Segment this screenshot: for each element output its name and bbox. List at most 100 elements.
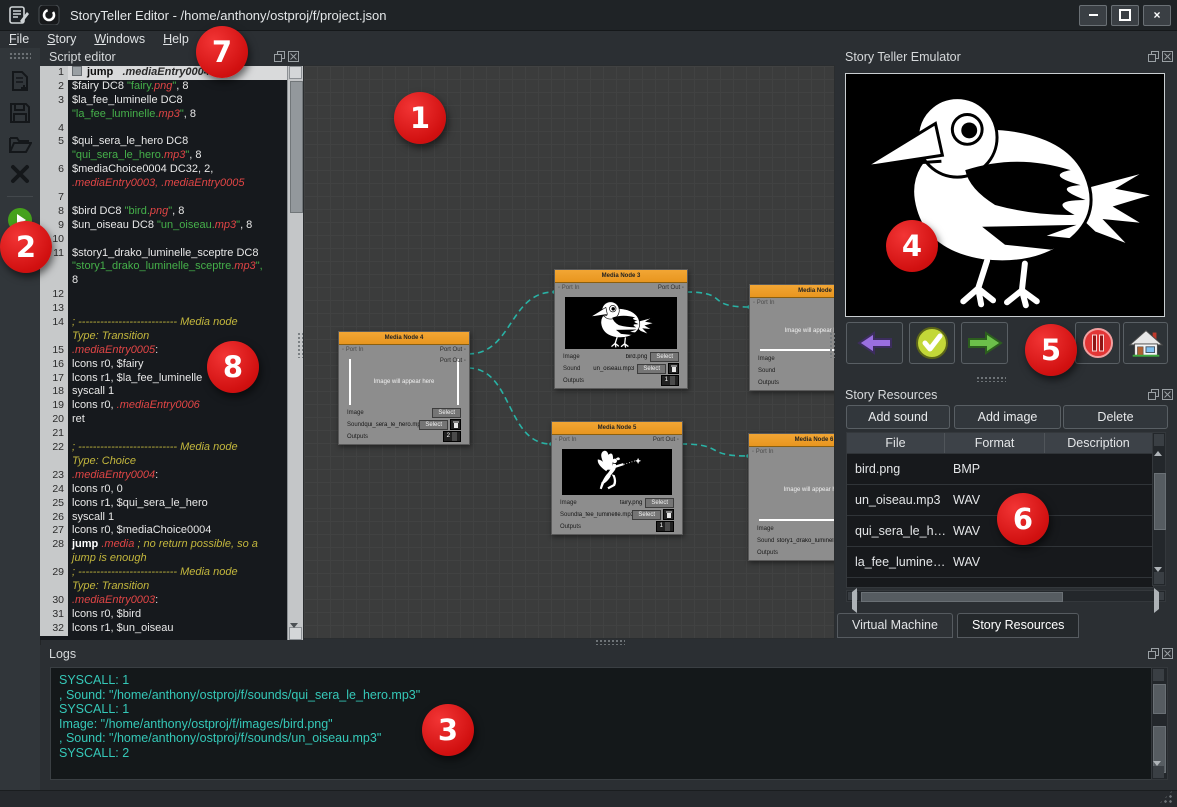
code-line[interactable]: .mediaEntry0003, .mediaEntry0005 — [40, 177, 288, 191]
next-button[interactable] — [961, 322, 1008, 364]
scrollbar-thumb[interactable] — [861, 592, 1063, 602]
table-row[interactable]: la_fee_lumine…WAV — [847, 547, 1153, 578]
right-splitter-handle[interactable] — [829, 332, 835, 358]
select-button[interactable]: Select — [650, 352, 679, 362]
notepad-icon[interactable] — [8, 5, 30, 25]
media-node[interactable]: Media Node 6◦ Port InPort Out ◦Image wil… — [748, 433, 835, 561]
scrollbar-thumb[interactable] — [1154, 473, 1166, 530]
node-canvas[interactable]: Media Node 4◦ Port InPort Out ◦Port Out … — [303, 65, 835, 639]
code-line[interactable]: 20ret — [40, 413, 288, 427]
float-panel-icon[interactable] — [1148, 51, 1159, 62]
close-panel-icon[interactable] — [1162, 648, 1173, 659]
media-node[interactable]: Media Node 4◦ Port InPort Out ◦Port Out … — [338, 331, 470, 445]
port-out[interactable]: Port Out ◦ — [440, 358, 466, 364]
port-in[interactable]: ◦ Port In — [555, 437, 576, 443]
close-project-button[interactable] — [10, 164, 30, 184]
close-panel-icon[interactable] — [288, 51, 299, 62]
port-in[interactable]: ◦ Port In — [752, 449, 773, 455]
code-line[interactable]: 14; --------------------------- Media no… — [40, 316, 288, 330]
scroll-right-icon[interactable] — [1154, 592, 1164, 600]
trash-icon[interactable] — [450, 419, 461, 430]
pause-button[interactable] — [1075, 322, 1120, 364]
table-horizontal-scrollbar[interactable] — [846, 590, 1166, 602]
port-out[interactable]: Port Out ◦ — [440, 347, 466, 353]
scroll-left-icon[interactable] — [848, 592, 858, 600]
open-folder-button[interactable] — [8, 134, 32, 154]
code-line[interactable]: 2$fairy DC8 "fairy.png", 8 — [40, 80, 288, 94]
delete-button[interactable]: Delete — [1063, 405, 1168, 429]
code-line[interactable]: 29; --------------------------- Media no… — [40, 566, 288, 580]
code-line[interactable]: 23.mediaEntry0004: — [40, 469, 288, 483]
float-panel-icon[interactable] — [1148, 389, 1159, 400]
new-file-button[interactable] — [9, 70, 31, 92]
port-out[interactable]: Port Out ◦ — [653, 437, 679, 443]
code-line[interactable]: Type: Transition — [40, 330, 288, 344]
code-line[interactable]: 7 — [40, 191, 288, 205]
menu-item-file[interactable]: File — [0, 32, 38, 46]
column-header-format[interactable]: Format — [945, 433, 1045, 453]
table-row[interactable]: bird.pngBMP — [847, 454, 1153, 485]
code-line[interactable]: 1jump .mediaEntry0004 — [40, 66, 288, 80]
save-button[interactable] — [9, 102, 31, 124]
table-vertical-scrollbar[interactable] — [1152, 432, 1166, 586]
port-in[interactable]: ◦ Port In — [342, 347, 363, 353]
minimize-button[interactable] — [1079, 5, 1107, 26]
toolbar-drag-handle[interactable] — [9, 52, 31, 60]
code-line[interactable]: Type: Transition — [40, 580, 288, 594]
code-line[interactable]: 25lcons r1, $qui_sera_le_hero — [40, 497, 288, 511]
select-button[interactable]: Select — [432, 408, 461, 418]
code-line[interactable]: 10 — [40, 233, 288, 247]
scroll-down-icon[interactable] — [289, 627, 302, 640]
home-button[interactable] — [1123, 322, 1168, 364]
code-line[interactable]: 11$story1_drako_luminelle_sceptre DC8 — [40, 247, 288, 261]
select-button[interactable]: Select — [637, 364, 666, 374]
code-line[interactable]: 26syscall 1 — [40, 511, 288, 525]
code-line[interactable]: 32lcons r1, $un_oiseau — [40, 622, 288, 636]
code-line[interactable]: 5$qui_sera_le_hero DC8 — [40, 135, 288, 149]
port-in[interactable]: ◦ Port In — [753, 300, 774, 306]
code-line[interactable]: 21 — [40, 427, 288, 441]
add-sound-button[interactable]: Add sound — [846, 405, 950, 429]
code-line[interactable]: 3$la_fee_luminelle DC8 — [40, 94, 288, 108]
code-line[interactable]: 22; --------------------------- Media no… — [40, 441, 288, 455]
trash-icon[interactable] — [668, 363, 679, 374]
outputs-spinner[interactable]: 2 — [443, 431, 461, 442]
outputs-spinner[interactable]: 1 — [656, 521, 674, 532]
media-node[interactable]: Media Node◦ Port InPort Out ◦Image will … — [749, 284, 835, 391]
outputs-spinner[interactable]: 1 — [661, 375, 679, 386]
scrollbar-thumb[interactable] — [290, 81, 303, 213]
app-icon[interactable] — [38, 5, 60, 25]
code-line[interactable]: 31lcons r0, $bird — [40, 608, 288, 622]
code-line[interactable]: 12 — [40, 288, 288, 302]
scroll-up-icon[interactable] — [1154, 434, 1164, 446]
menu-item-help[interactable]: Help — [154, 32, 198, 46]
code-line[interactable]: 8$bird DC8 "bird.png", 8 — [40, 205, 288, 219]
back-button[interactable] — [846, 322, 903, 364]
scroll-up-icon[interactable] — [289, 66, 302, 79]
column-header-description[interactable]: Description — [1045, 433, 1153, 453]
trash-icon[interactable] — [663, 509, 674, 520]
select-button[interactable]: Select — [645, 498, 674, 508]
code-line[interactable]: jump is enough — [40, 552, 288, 566]
code-line[interactable]: 27lcons r0, $mediaChoice0004 — [40, 524, 288, 538]
maximize-button[interactable] — [1111, 5, 1139, 26]
code-line[interactable]: "qui_sera_le_hero.mp3", 8 — [40, 149, 288, 163]
port-in[interactable]: ◦ Port In — [558, 285, 579, 291]
code-line[interactable]: 4 — [40, 122, 288, 136]
port-out[interactable]: Port Out ◦ — [658, 285, 684, 291]
menu-item-windows[interactable]: Windows — [85, 32, 154, 46]
resize-grip[interactable] — [1158, 789, 1174, 805]
code-line[interactable]: 18syscall 1 — [40, 385, 288, 399]
scrollbar-thumb[interactable] — [1153, 684, 1166, 714]
close-panel-icon[interactable] — [1162, 389, 1173, 400]
media-node[interactable]: Media Node 3◦ Port InPort Out ◦Imagebird… — [554, 269, 688, 389]
code-line[interactable]: 13 — [40, 302, 288, 316]
media-node[interactable]: Media Node 5◦ Port InPort Out ◦Imagefair… — [551, 421, 683, 535]
scroll-up-icon[interactable] — [1153, 669, 1164, 681]
scroll-down-icon[interactable] — [1153, 766, 1164, 778]
bottom-splitter-handle[interactable] — [595, 639, 625, 645]
select-button[interactable]: Select — [419, 420, 448, 430]
tab-virtual-machine[interactable]: Virtual Machine — [837, 613, 953, 638]
scroll-down-icon[interactable] — [1154, 572, 1164, 584]
code-line[interactable]: 8 — [40, 274, 288, 288]
